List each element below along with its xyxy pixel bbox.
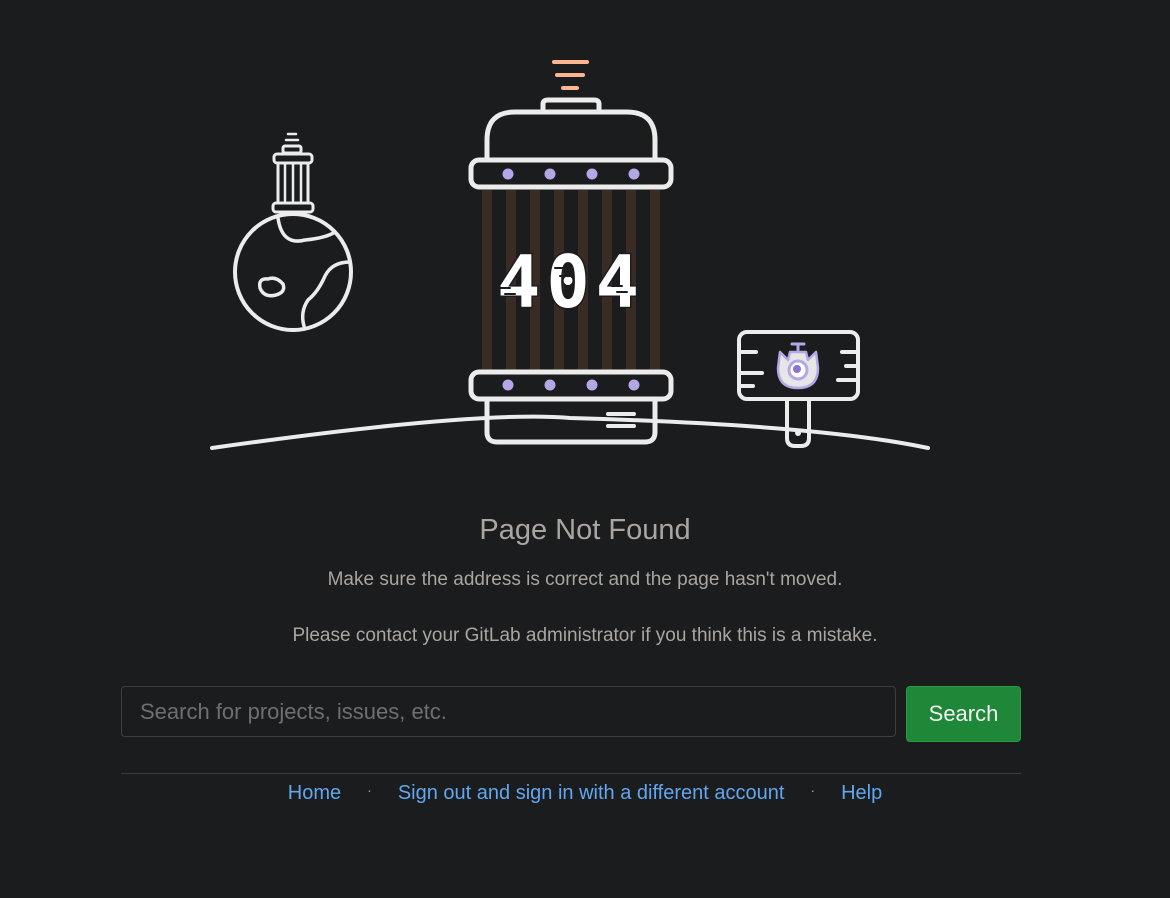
search-input[interactable] — [121, 686, 896, 737]
footer-links: Home · Sign out and sign in with a differe… — [0, 778, 1170, 805]
error-code: 404 — [497, 240, 645, 324]
divider — [121, 773, 1021, 774]
link-separator: · — [367, 782, 372, 798]
planet-icon — [233, 132, 353, 332]
switch-account-link[interactable]: Sign out and sign in with a different ac… — [398, 782, 785, 804]
search-form: Search — [121, 686, 1021, 742]
tanuki-icon — [776, 342, 820, 390]
error-message-contact: Please contact your GitLab administrator… — [292, 625, 878, 646]
illustration-404: 404 — [210, 60, 930, 450]
error-message-address: Make sure the address is correct and the… — [327, 569, 843, 590]
link-separator: · — [810, 782, 816, 798]
search-button[interactable]: Search — [906, 686, 1021, 742]
capsule-icon: 404 — [468, 60, 674, 445]
page-title: Page Not Found — [479, 514, 691, 546]
help-link[interactable]: Help — [841, 782, 882, 804]
home-link[interactable]: Home — [288, 782, 341, 804]
error-page: 404 Page Not Found Make sure the address… — [0, 0, 1170, 898]
